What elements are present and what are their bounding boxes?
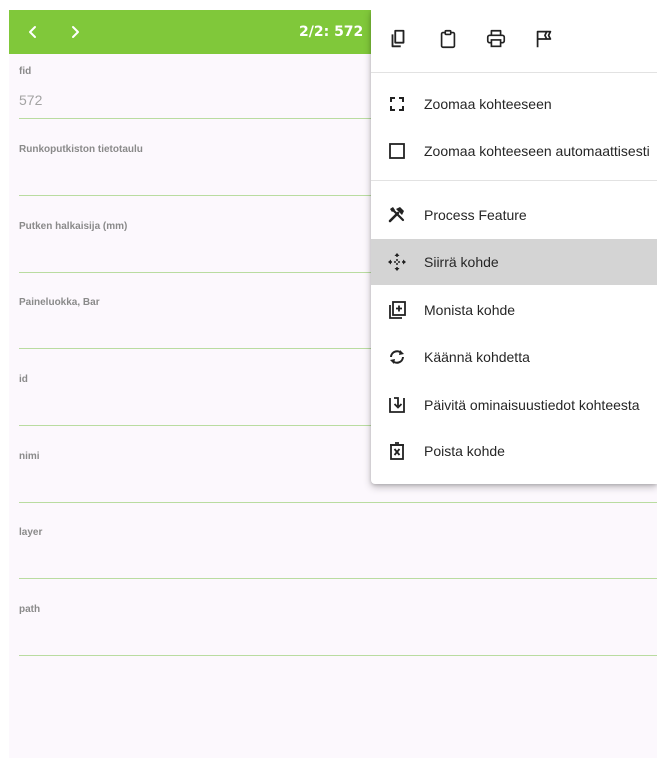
field-label: Runkoputkiston tietotaulu (19, 144, 143, 155)
menu-item-label: Käännä kohdetta (424, 349, 530, 365)
menu-item-duplicate-feature[interactable]: Monista kohde (371, 287, 657, 333)
print-button[interactable] (483, 26, 509, 52)
menu-item-zoom-to-feature[interactable]: Zoomaa kohteeseen (371, 81, 657, 127)
paste-button[interactable] (435, 26, 461, 52)
menu-item-label: Zoomaa kohteeseen automaattisesti (424, 143, 650, 159)
field-label: path (19, 604, 41, 615)
previous-button[interactable] (15, 10, 51, 54)
print-icon (486, 29, 506, 48)
checkbox-icon[interactable] (385, 139, 409, 163)
menu-item-move-feature[interactable]: Siirrä kohde (371, 239, 657, 285)
menu-item-label: Päivitä ominaisuustiedot kohteesta (424, 397, 640, 413)
menu-toolbar (371, 10, 657, 72)
menu-item-label: Siirrä kohde (424, 254, 499, 270)
next-button[interactable] (57, 10, 93, 54)
zoom-to-icon (385, 92, 409, 116)
paste-icon (440, 29, 456, 49)
field-label: fid (19, 66, 32, 77)
menu-item-process-feature[interactable]: Process Feature (371, 192, 657, 238)
field-value: 572 (19, 92, 43, 108)
rotate-icon (385, 345, 409, 369)
copy-button[interactable] (385, 26, 411, 52)
menu-divider (371, 72, 657, 73)
field-label: id (19, 374, 28, 385)
field-label: layer (19, 527, 43, 538)
field-label: Putken halkaisija (mm) (19, 221, 128, 232)
field-path[interactable]: path (19, 604, 657, 656)
duplicate-icon (385, 298, 409, 322)
tools-icon (385, 203, 409, 227)
menu-item-delete-feature[interactable]: Poista kohde (371, 428, 657, 474)
menu-item-label: Zoomaa kohteeseen (424, 96, 552, 112)
field-label: Paineluokka, Bar (19, 297, 100, 308)
chevron-left-icon (29, 26, 36, 38)
field-layer[interactable]: layer (19, 527, 657, 579)
flag-button[interactable] (531, 26, 557, 52)
update-attributes-icon (385, 393, 409, 417)
menu-item-label: Process Feature (424, 207, 527, 223)
menu-item-label: Poista kohde (424, 443, 505, 459)
delete-icon (385, 439, 409, 463)
copy-icon (391, 29, 405, 48)
move-icon (385, 250, 409, 274)
field-label: nimi (19, 451, 40, 462)
menu-item-label: Monista kohde (424, 302, 516, 318)
menu-item-update-attributes[interactable]: Päivitä ominaisuustiedot kohteesta (371, 382, 657, 428)
menu-divider (371, 180, 657, 181)
menu-item-rotate-feature[interactable]: Käännä kohdetta (371, 334, 657, 380)
flag-icon (536, 30, 552, 48)
menu-item-auto-zoom[interactable]: Zoomaa kohteeseen automaattisesti (371, 128, 657, 174)
feature-form: 2/2: 572 fid 572 Runkoputkiston tietotau… (9, 10, 657, 758)
feature-actions-menu: Zoomaa kohteeseen Zoomaa kohteeseen auto… (371, 10, 657, 484)
feature-counter: 2/2: 572 (299, 24, 364, 40)
chevron-right-icon (72, 26, 79, 38)
